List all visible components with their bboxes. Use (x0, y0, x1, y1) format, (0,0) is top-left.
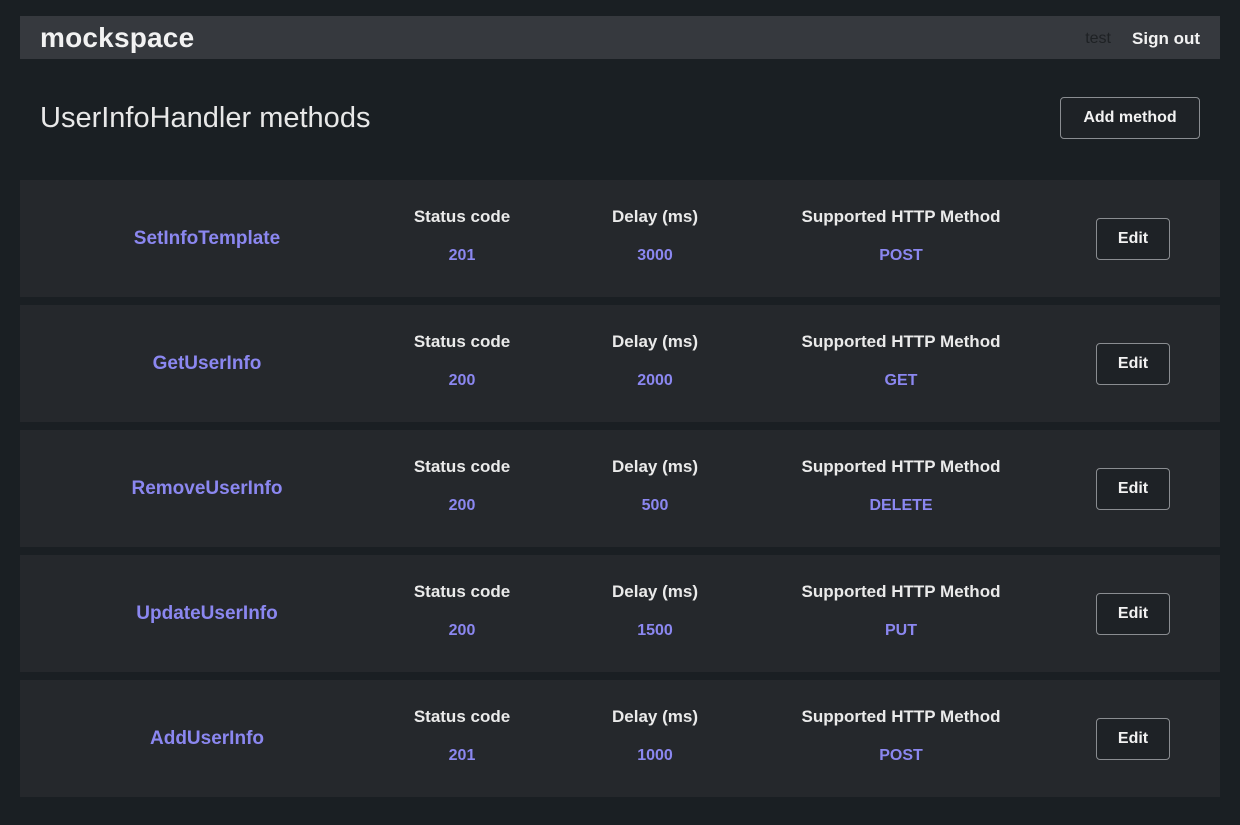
http-method-value: PUT (885, 622, 917, 639)
method-row: UpdateUserInfo Status code 200 Delay (ms… (20, 555, 1220, 672)
username-label: test (1085, 30, 1111, 47)
status-code-value: 201 (448, 747, 476, 764)
page-title: UserInfoHandler methods (40, 102, 371, 134)
delay-column: Delay (ms) 1500 (585, 582, 725, 640)
http-method-label: Supported HTTP Method (801, 582, 1001, 601)
http-method-label: Supported HTTP Method (801, 207, 1001, 226)
method-name-link[interactable]: SetInfoTemplate (20, 228, 394, 250)
status-code-value: 200 (448, 372, 476, 389)
delay-label: Delay (ms) (612, 332, 698, 351)
status-code-value: 200 (448, 497, 476, 514)
delay-column: Delay (ms) 3000 (585, 207, 725, 265)
method-name-link[interactable]: AddUserInfo (20, 728, 394, 750)
delay-value: 2000 (637, 372, 673, 389)
edit-button[interactable]: Edit (1096, 593, 1170, 635)
http-method-column: Supported HTTP Method POST (780, 707, 1022, 765)
top-navbar: mockspace test Sign out (20, 16, 1220, 59)
status-code-label: Status code (413, 457, 511, 476)
http-method-value: POST (879, 747, 923, 764)
methods-list: SetInfoTemplate Status code 201 Delay (m… (20, 180, 1220, 805)
delay-column: Delay (ms) 2000 (585, 332, 725, 390)
delay-column: Delay (ms) 500 (585, 457, 725, 515)
status-code-label: Status code (413, 332, 511, 351)
method-name-link[interactable]: RemoveUserInfo (20, 478, 394, 500)
status-code-label: Status code (413, 582, 511, 601)
method-row: SetInfoTemplate Status code 201 Delay (m… (20, 180, 1220, 297)
status-code-label: Status code (413, 207, 511, 226)
http-method-label: Supported HTTP Method (801, 707, 1001, 726)
status-code-column: Status code 200 (392, 457, 532, 515)
brand-logo[interactable]: mockspace (40, 22, 194, 54)
add-method-button[interactable]: Add method (1060, 97, 1200, 139)
http-method-column: Supported HTTP Method POST (780, 207, 1022, 265)
method-name-link[interactable]: UpdateUserInfo (20, 603, 394, 625)
sign-out-link[interactable]: Sign out (1132, 29, 1200, 49)
delay-value: 500 (641, 497, 669, 514)
status-code-value: 201 (448, 247, 476, 264)
edit-button[interactable]: Edit (1096, 218, 1170, 260)
status-code-column: Status code 200 (392, 582, 532, 640)
delay-label: Delay (ms) (612, 207, 698, 226)
http-method-value: POST (879, 247, 923, 264)
edit-button[interactable]: Edit (1096, 343, 1170, 385)
method-row: RemoveUserInfo Status code 200 Delay (ms… (20, 430, 1220, 547)
status-code-value: 200 (448, 622, 476, 639)
http-method-label: Supported HTTP Method (801, 457, 1001, 476)
delay-column: Delay (ms) 1000 (585, 707, 725, 765)
delay-label: Delay (ms) (612, 707, 698, 726)
delay-value: 1500 (637, 622, 673, 639)
http-method-column: Supported HTTP Method GET (780, 332, 1022, 390)
edit-button[interactable]: Edit (1096, 468, 1170, 510)
http-method-value: DELETE (869, 497, 933, 514)
status-code-column: Status code 201 (392, 707, 532, 765)
http-method-value: GET (884, 372, 918, 389)
method-row: GetUserInfo Status code 200 Delay (ms) 2… (20, 305, 1220, 422)
delay-label: Delay (ms) (612, 457, 698, 476)
status-code-column: Status code 200 (392, 332, 532, 390)
http-method-column: Supported HTTP Method DELETE (780, 457, 1022, 515)
delay-value: 3000 (637, 247, 673, 264)
method-name-link[interactable]: GetUserInfo (20, 353, 394, 375)
delay-value: 1000 (637, 747, 673, 764)
http-method-label: Supported HTTP Method (801, 332, 1001, 351)
status-code-column: Status code 201 (392, 207, 532, 265)
delay-label: Delay (ms) (612, 582, 698, 601)
http-method-column: Supported HTTP Method PUT (780, 582, 1022, 640)
status-code-label: Status code (413, 707, 511, 726)
edit-button[interactable]: Edit (1096, 718, 1170, 760)
method-row: AddUserInfo Status code 201 Delay (ms) 1… (20, 680, 1220, 797)
